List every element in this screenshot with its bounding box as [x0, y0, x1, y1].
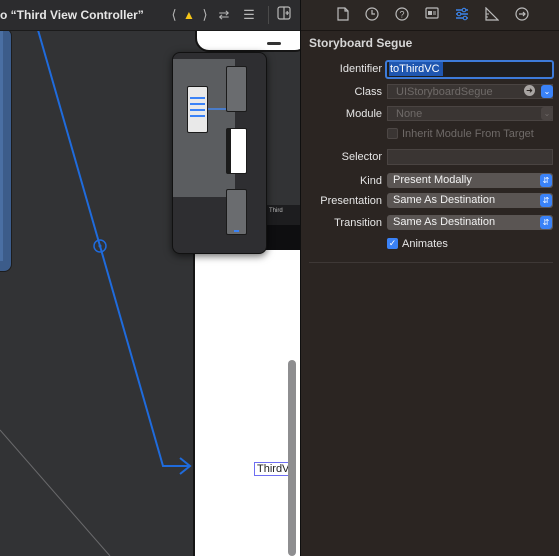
class-placeholder: UIStoryboardSegue [396, 86, 493, 98]
selector-field[interactable] [387, 149, 553, 165]
kind-popup[interactable]: Present Modally ⇵ [387, 173, 553, 188]
connections-icon[interactable] [513, 7, 531, 23]
transition-label: Transition [334, 217, 382, 229]
section-title: Storyboard Segue [309, 36, 413, 50]
attributes-icon[interactable] [453, 7, 471, 23]
identity-icon[interactable] [423, 7, 441, 23]
presentation-chevron-icon: ⇵ [540, 194, 552, 207]
module-label: Module [345, 108, 382, 120]
transition-popup[interactable]: Same As Destination ⇵ [387, 215, 553, 230]
storyboard-minimap[interactable] [172, 52, 267, 254]
presentation-value: Same As Destination [393, 194, 496, 206]
add-editor-icon[interactable] [276, 6, 292, 24]
chevron-left-icon[interactable]: ⟨ [168, 6, 180, 24]
inherit-module-checkbox[interactable] [387, 128, 398, 139]
inspector-tab-bar: ? [301, 0, 559, 31]
selector-label: Selector [341, 151, 382, 163]
minimap-scene-4 [226, 189, 247, 235]
transition-chevron-icon: ⇵ [540, 216, 552, 229]
history-icon[interactable] [363, 7, 381, 23]
editor-options-icon[interactable]: ☰ [240, 6, 258, 24]
swap-icon[interactable]: ⇄ [216, 6, 232, 24]
class-dropdown-chevron-icon[interactable]: ⌄ [541, 85, 553, 98]
go-to-class-arrow-icon[interactable]: ➜ [524, 85, 535, 96]
module-dropdown-chevron-icon[interactable]: ⌄ [541, 107, 553, 120]
identifier-label: Identifier [339, 63, 382, 75]
minimap-segue-line [206, 108, 226, 110]
class-label: Class [354, 86, 382, 98]
attributes-inspector: ? Storyboard Segue Identifier toThirdVC … [300, 0, 559, 556]
transition-value: Same As Destination [393, 216, 496, 228]
toolbar-divider [268, 6, 269, 24]
animates-checkbox[interactable]: ✓ [387, 238, 398, 249]
section-divider [309, 262, 553, 263]
relationship-line [0, 429, 111, 556]
identifier-value[interactable]: toThirdVC [390, 63, 440, 75]
minimap-scene-3 [226, 128, 247, 174]
inherit-module-label: Inherit Module From Target [402, 128, 534, 140]
help-icon[interactable]: ? [393, 7, 411, 23]
chevron-right-icon[interactable]: ⟩ [199, 6, 211, 24]
presentation-label: Presentation [320, 195, 382, 207]
segue-circle-dot [98, 244, 102, 248]
module-placeholder: None [396, 108, 423, 120]
breadcrumb[interactable]: o “Third View Controller” [0, 8, 144, 22]
segue-line[interactable] [37, 29, 190, 467]
minimap-scene-1 [187, 86, 208, 133]
kind-chevron-icon: ⇵ [540, 174, 552, 187]
canvas-vertical-scrollbar[interactable] [288, 360, 296, 556]
kind-label: Kind [359, 175, 382, 187]
warning-icon[interactable]: ▲ [182, 6, 196, 24]
svg-text:?: ? [399, 10, 404, 20]
storyboard-canvas[interactable]: Third ThirdV o “Third View Controller” ⟨ [0, 0, 300, 556]
jump-bar: o “Third View Controller” ⟨ ⟩ ▲ ⇄ ☰ [0, 0, 300, 31]
size-icon[interactable] [483, 6, 501, 23]
kind-value: Present Modally [393, 174, 472, 186]
animates-label: Animates [402, 238, 448, 250]
presentation-popup[interactable]: Same As Destination ⇵ [387, 193, 553, 208]
minimap-scene-2 [226, 66, 247, 112]
file-icon[interactable] [334, 7, 352, 23]
